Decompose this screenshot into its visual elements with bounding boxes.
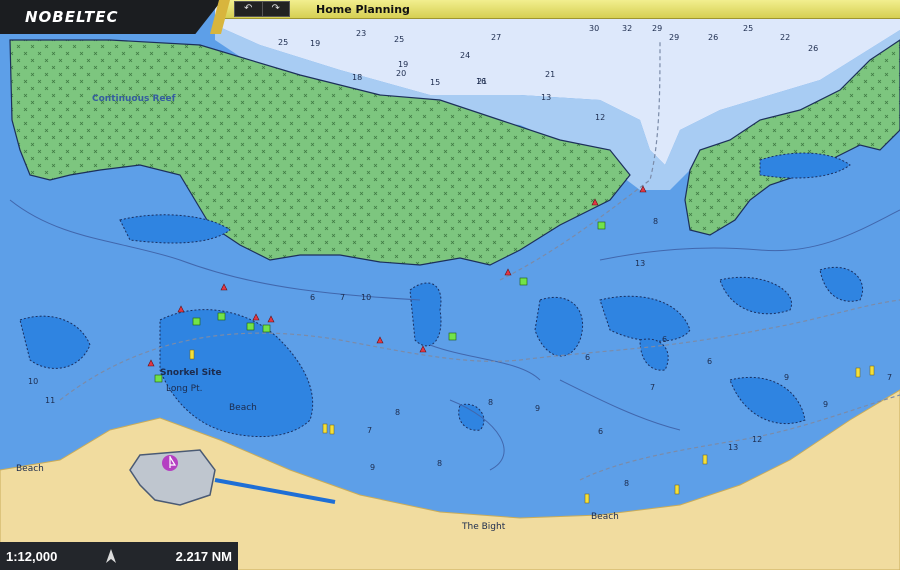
nautical-chart[interactable]: 25 19 23 18 19 15 16 13 27 21 20 26 25 2… <box>0 0 900 570</box>
svg-text:25: 25 <box>743 24 753 33</box>
svg-text:8: 8 <box>488 398 493 407</box>
svg-text:8: 8 <box>624 479 629 488</box>
page-title: Home Planning <box>316 3 410 16</box>
svg-text:6: 6 <box>598 427 603 436</box>
label-beach-3: Beach <box>591 512 619 522</box>
svg-text:9: 9 <box>370 463 375 472</box>
svg-text:6: 6 <box>662 335 667 344</box>
svg-text:18: 18 <box>352 73 362 82</box>
svg-text:12: 12 <box>595 113 605 122</box>
svg-text:19: 19 <box>310 39 320 48</box>
svg-text:6: 6 <box>707 357 712 366</box>
label-snorkel-site: Snorkel Site <box>160 368 222 378</box>
svg-text:15: 15 <box>430 78 440 87</box>
top-bar: NOBELTEC ↶ ↷ Home Planning <box>0 0 900 34</box>
svg-text:22: 22 <box>780 33 790 42</box>
svg-text:24: 24 <box>460 51 470 60</box>
label-long-pt: Long Pt. <box>166 384 202 394</box>
distance-readout: 2.217 NM <box>175 549 232 564</box>
label-the-bight: The Bight <box>461 522 506 532</box>
svg-text:9: 9 <box>784 373 789 382</box>
svg-text:13: 13 <box>728 443 738 452</box>
north-arrow-icon[interactable] <box>106 549 116 563</box>
svg-text:10: 10 <box>361 293 371 302</box>
svg-text:32: 32 <box>622 24 632 33</box>
brand-name: NOBELTEC <box>25 8 119 26</box>
svg-text:8: 8 <box>653 217 658 226</box>
svg-text:7: 7 <box>367 426 372 435</box>
svg-text:8: 8 <box>395 408 400 417</box>
svg-text:10: 10 <box>28 377 38 386</box>
svg-text:6: 6 <box>310 293 315 302</box>
svg-text:8: 8 <box>437 459 442 468</box>
svg-text:19: 19 <box>398 60 408 69</box>
history-controls: ↶ ↷ <box>234 1 290 17</box>
svg-text:25: 25 <box>278 38 288 47</box>
svg-text:7: 7 <box>650 383 655 392</box>
svg-text:29: 29 <box>669 33 679 42</box>
svg-text:20: 20 <box>396 69 406 78</box>
label-beach-2: Beach <box>16 464 44 474</box>
scale-readout: 1:12,000 <box>6 549 58 564</box>
svg-text:26: 26 <box>708 33 718 42</box>
svg-text:30: 30 <box>589 24 599 33</box>
undo-icon[interactable]: ↶ <box>235 2 263 16</box>
svg-text:25: 25 <box>394 35 404 44</box>
svg-text:7: 7 <box>340 293 345 302</box>
svg-text:11: 11 <box>45 396 55 405</box>
svg-text:13: 13 <box>541 93 551 102</box>
svg-text:6: 6 <box>585 353 590 362</box>
svg-text:9: 9 <box>823 400 828 409</box>
svg-text:26: 26 <box>808 44 818 53</box>
svg-text:29: 29 <box>652 24 662 33</box>
svg-text:21: 21 <box>477 77 487 86</box>
label-continuous-reef: Continuous Reef <box>92 94 176 104</box>
svg-text:9: 9 <box>535 404 540 413</box>
label-beach-1: Beach <box>229 403 257 413</box>
scale-bar: 1:12,000 2.217 NM <box>0 542 238 570</box>
svg-text:13: 13 <box>635 259 645 268</box>
redo-icon[interactable]: ↷ <box>263 2 290 16</box>
svg-text:27: 27 <box>491 33 501 42</box>
svg-text:12: 12 <box>752 435 762 444</box>
svg-text:21: 21 <box>545 70 555 79</box>
brand-logo: NOBELTEC <box>0 0 222 34</box>
sailboat-icon <box>162 455 178 471</box>
svg-text:23: 23 <box>356 29 366 38</box>
svg-text:7: 7 <box>887 373 892 382</box>
